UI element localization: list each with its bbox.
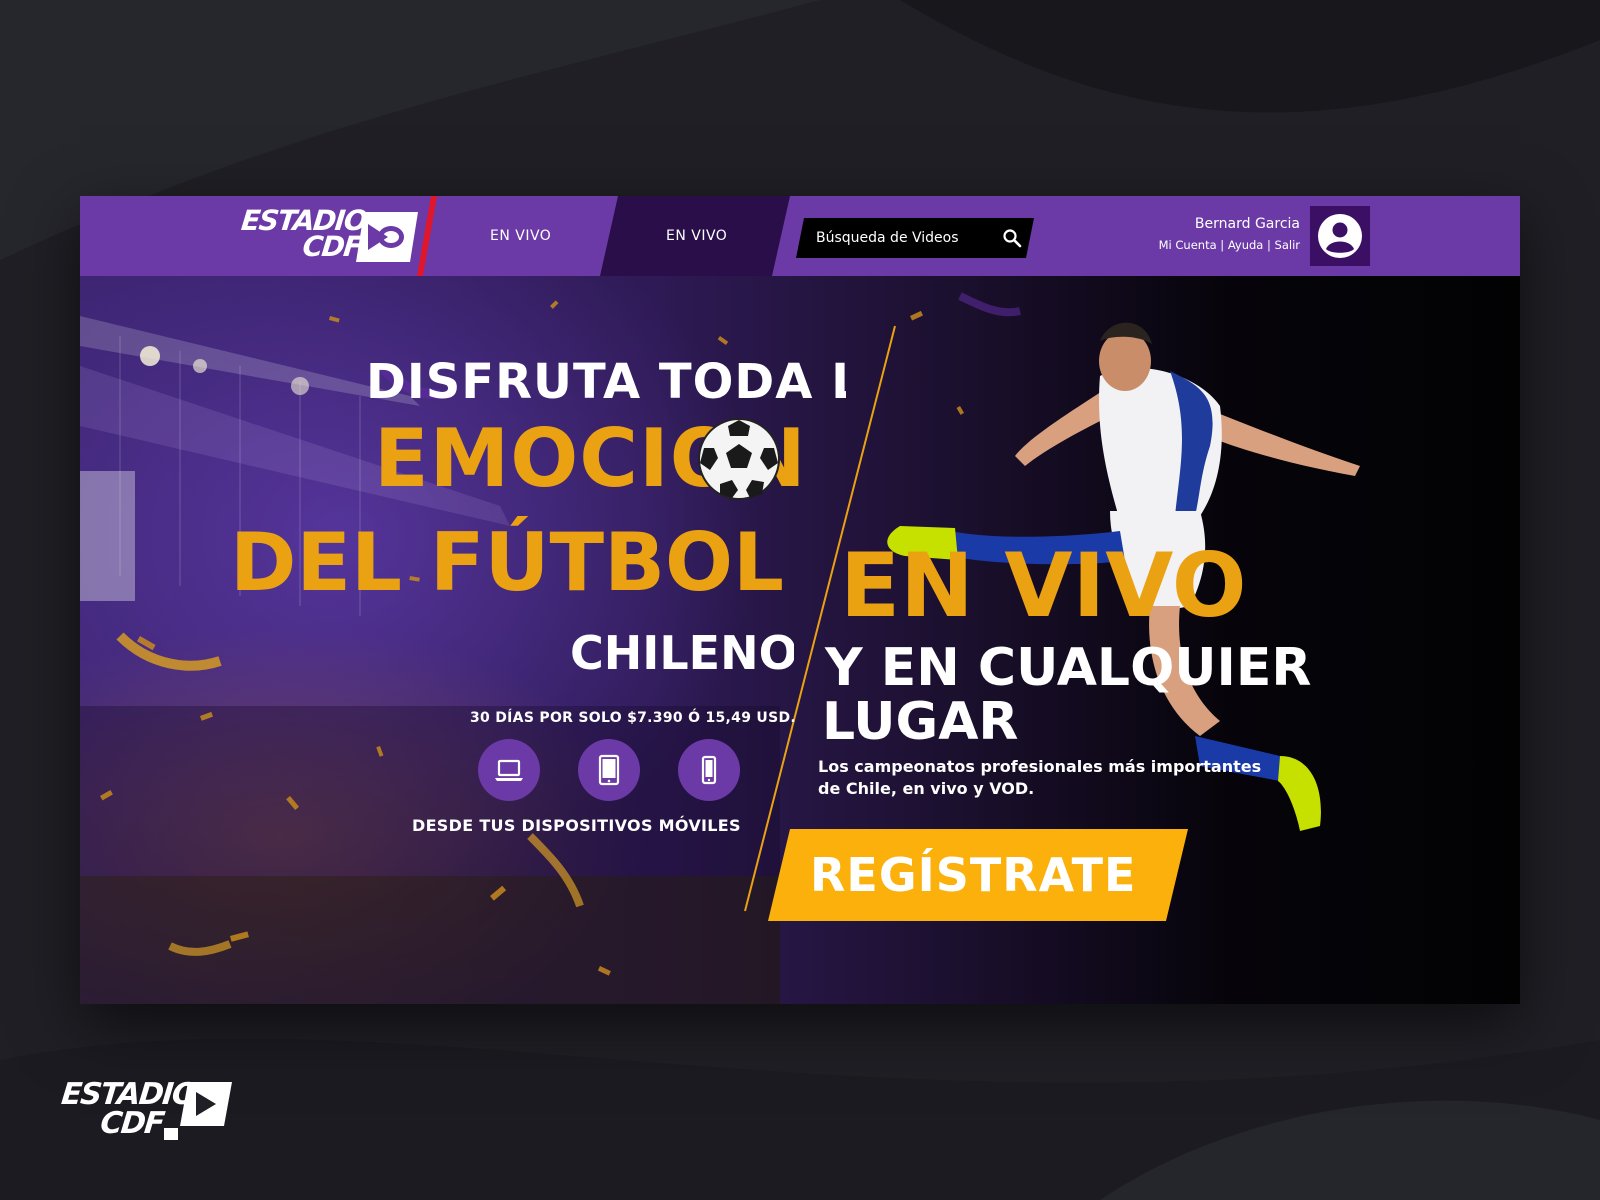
register-button[interactable]: REGÍSTRATE [768,829,1188,921]
logo-play-icon [356,212,418,262]
user-name: Bernard Garcia [1194,216,1300,232]
laptop-icon [495,759,523,781]
footer-logo-play-icon [180,1082,232,1126]
estadio-cdf-logo[interactable]: ESTADIO CDF [240,204,430,266]
avatar[interactable] [1310,206,1370,266]
search-box [796,218,1034,258]
help-link[interactable]: Ayuda [1228,238,1264,252]
logout-link[interactable]: Salir [1275,238,1300,252]
nav-tab-en-vivo-1[interactable]: EN VIVO [490,196,551,276]
estadio-cdf-footer-logo: ESTADIO CDF [60,1077,240,1142]
device-phone [678,739,740,801]
headline-lugar: LUGAR [822,692,1019,752]
headline-chileno: CHILENO [570,626,794,680]
device-laptop [478,739,540,801]
headline-line1: DISFRUTA TODA LA [366,354,846,410]
user-links: Mi Cuenta | Ayuda | Salir [1159,238,1300,252]
hero-description: Los campeonatos profesionales más import… [818,757,1262,798]
search-icon[interactable] [1002,228,1022,248]
headline-en-vivo: EN VIVO [840,534,1247,637]
headline-del-futbol: DEL FÚTBOL [230,516,785,609]
top-navigation-bar: ESTADIO CDF EN VIVO EN VIVO Bernard Garc… [80,196,1520,276]
search-input[interactable] [816,218,996,258]
my-account-link[interactable]: Mi Cuenta [1159,238,1217,252]
tablet-icon [598,754,620,786]
device-tablet [578,739,640,801]
headline-en-cualquier: Y EN CUALQUIER [825,638,1312,698]
price-text: 30 DÍAS POR SOLO $7.390 Ó 15,49 USD. [470,710,796,726]
hero-banner: DISFRUTA TODA LA EMOCION DEL FÚTBOL CHIL… [80,276,1520,1004]
logo-text-cdf: CDF [300,230,363,263]
phone-icon [701,755,717,785]
link-separator: | [1263,238,1275,252]
link-separator: | [1216,238,1228,252]
nav-tab-en-vivo-2[interactable]: EN VIVO [666,196,727,276]
website-frame: ESTADIO CDF EN VIVO EN VIVO Bernard Garc… [80,196,1520,1004]
devices-label: DESDE TUS DISPOSITIVOS MÓVILES [412,816,741,835]
soccer-ball-icon [698,418,780,500]
user-avatar-icon [1318,214,1362,258]
